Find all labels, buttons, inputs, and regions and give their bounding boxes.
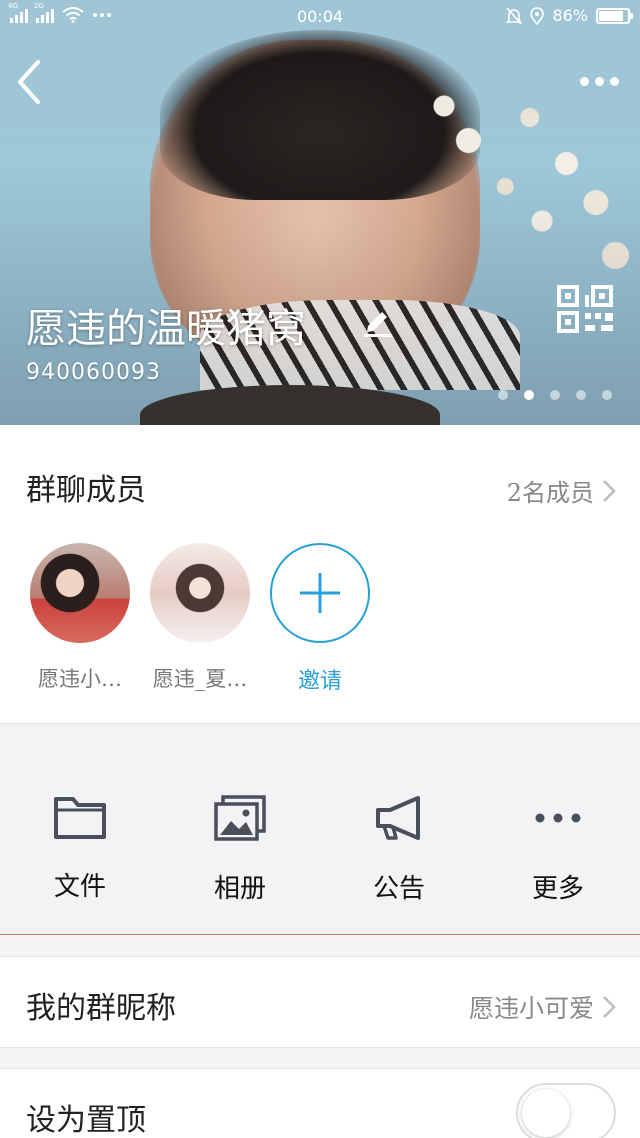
back-button[interactable] xyxy=(14,58,54,108)
group-cover-banner[interactable]: 4G 2G 00:04 86% 愿违的温暖猪窝 940060093 xyxy=(0,0,640,425)
avatar xyxy=(150,543,250,643)
more-dot xyxy=(609,76,619,86)
member-count-link[interactable]: 2名成员 xyxy=(507,473,616,508)
members-title: 群聊成员 xyxy=(26,473,146,508)
album-icon xyxy=(214,795,266,841)
qr-code-button[interactable] xyxy=(557,285,617,335)
announcement-button[interactable]: 公告 xyxy=(334,794,464,905)
battery-percent: 86% xyxy=(552,6,588,25)
pin-toggle[interactable] xyxy=(516,1083,616,1138)
pager-dot[interactable] xyxy=(498,390,508,400)
mute-bell-icon xyxy=(506,6,523,25)
more-functions-button[interactable]: 更多 xyxy=(493,794,623,905)
group-name: 愿违的温暖猪窝 xyxy=(26,306,306,352)
nickname-label: 我的群昵称 xyxy=(26,991,176,1026)
pager-dot[interactable] xyxy=(576,390,586,400)
qr-code-icon xyxy=(557,285,613,333)
folder-icon xyxy=(54,797,106,839)
banner-pager[interactable] xyxy=(498,390,612,400)
edit-name-button[interactable] xyxy=(362,304,394,338)
pencil-icon xyxy=(364,312,392,337)
files-label: 文件 xyxy=(53,872,106,902)
toggle-knob xyxy=(522,1089,570,1137)
status-bar: 4G 2G 00:04 86% xyxy=(0,0,640,36)
battery-icon xyxy=(596,7,633,24)
album-button[interactable]: 相册 xyxy=(175,794,305,905)
members-section: 群聊成员 2名成员 愿违小… 愿违_夏… 邀请 xyxy=(0,425,640,723)
function-grid: 文件 相册 公告 更多 xyxy=(0,723,640,935)
member-list: 愿违小… 愿违_夏… 邀请 xyxy=(30,543,370,695)
invite-circle xyxy=(270,543,370,643)
invite-label: 邀请 xyxy=(297,669,342,694)
more-dot xyxy=(594,76,604,86)
status-right: 86% xyxy=(506,6,633,25)
nickname-value: 愿违小可爱 xyxy=(468,994,594,1023)
member-name: 愿违_夏… xyxy=(152,667,248,691)
more-functions-label: 更多 xyxy=(531,874,584,904)
member-item[interactable]: 愿违_夏… xyxy=(150,543,250,695)
chevron-left-icon xyxy=(18,60,40,104)
pin-to-top-row: 设为置顶 xyxy=(0,1068,640,1138)
album-label: 相册 xyxy=(213,874,266,904)
chevron-right-icon xyxy=(603,479,616,502)
pager-dot[interactable] xyxy=(524,390,534,400)
more-dot xyxy=(579,76,589,86)
more-options-button[interactable] xyxy=(572,66,626,96)
nickname-value-wrap: 愿违小可爱 xyxy=(469,989,616,1025)
pager-dot[interactable] xyxy=(550,390,560,400)
member-name: 愿违小… xyxy=(38,667,122,691)
member-count-label: 2名成员 xyxy=(506,479,594,507)
files-button[interactable]: 文件 xyxy=(15,794,145,903)
more-dots-icon xyxy=(535,813,581,823)
megaphone-icon xyxy=(376,796,420,840)
location-icon xyxy=(530,6,545,25)
avatar xyxy=(30,543,130,643)
announcement-label: 公告 xyxy=(372,874,425,904)
pin-label: 设为置顶 xyxy=(26,1103,146,1138)
member-item[interactable]: 愿违小… xyxy=(30,543,130,695)
group-id: 940060093 xyxy=(26,360,161,385)
chevron-right-icon xyxy=(603,996,616,1018)
pager-dot[interactable] xyxy=(602,390,612,400)
group-nickname-row[interactable]: 我的群昵称 愿违小可爱 xyxy=(0,956,640,1048)
invite-button[interactable]: 邀请 xyxy=(270,543,370,695)
plus-icon xyxy=(300,573,340,613)
